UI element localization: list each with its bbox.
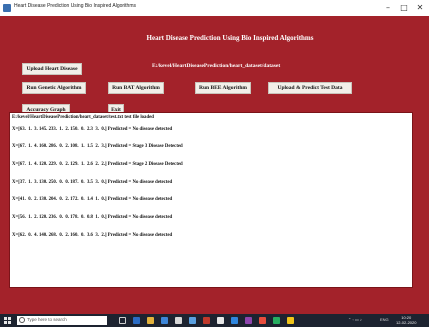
clock-date: 12-02-2020 [396,320,417,325]
app-icon-4[interactable] [231,317,238,324]
prediction-line: X=[37. 1. 3. 130. 250. 0. 0. 187. 0. 3.5… [12,179,173,185]
app-icon-7[interactable] [273,317,280,324]
app-icon-2[interactable] [203,317,210,324]
run-bee-button[interactable]: Run BEE Algorithm [195,82,251,94]
window-title-bar: Heart Disease Prediction Using Bio Inspi… [0,0,429,17]
upload-predict-button[interactable]: Upload & Predict Test Data [268,82,352,94]
app-heading: Heart Disease Prediction Using Bio Inspi… [146,34,314,42]
app-icon-3[interactable] [217,317,224,324]
app-icon-1[interactable] [189,317,196,324]
prediction-line: X=[62. 0. 4. 140. 268. 0. 2. 160. 0. 3.6… [12,232,173,238]
output-text-area[interactable]: E:/kevel/HeartDiseasePrediction/heart_da… [9,112,413,288]
run-genetic-button[interactable]: Run Genetic Algorithm [22,82,86,94]
prediction-line: X=[63. 1. 3. 145. 233. 1. 2. 150. 0. 2.3… [12,126,173,132]
prediction-line: X=[56. 1. 2. 120. 236. 0. 0. 178. 0. 0.8… [12,214,173,220]
edge-icon[interactable] [133,317,140,324]
prediction-line: X=[41. 0. 2. 130. 204. 0. 2. 172. 0. 1.4… [12,197,173,203]
app-icon [3,4,11,12]
app-icon-5[interactable] [245,317,252,324]
upload-dataset-button[interactable]: Upload Heart Disease [22,63,82,75]
run-bat-button[interactable]: Run BAT Algorithm [108,82,164,94]
app-icon-8[interactable] [287,317,294,324]
task-view-icon[interactable] [119,317,126,324]
dataset-path-label: E:/kevel/HeartDiseasePrediction/heart_da… [152,63,281,69]
window-title: Heart Disease Prediction Using Bio Inspi… [14,3,136,9]
taskbar: Type here to search ⌃ ◦ ▭ ♪ ENG 10:20 12… [0,314,429,327]
file-explorer-icon[interactable] [147,317,154,324]
store-icon[interactable] [161,317,168,324]
system-tray-icons[interactable]: ⌃ ◦ ▭ ♪ [348,317,362,322]
prediction-line: X=[67. 1. 4. 120. 229. 0. 2. 129. 1. 2.6… [12,161,183,167]
mail-icon[interactable] [175,317,182,324]
app-icon-6[interactable] [259,317,266,324]
language-indicator[interactable]: ENG [380,317,389,322]
minimize-button[interactable]: – [382,2,394,14]
taskbar-search-box[interactable]: Type here to search [17,316,107,325]
prediction-line: X=[67. 1. 4. 160. 286. 0. 2. 108. 1. 1.5… [12,144,183,150]
taskbar-clock[interactable]: 10:20 12-02-2020 [396,315,416,325]
search-icon [19,317,25,323]
output-header-line: E:/kevel/HeartDiseasePrediction/heart_da… [12,115,154,120]
close-button[interactable]: ✕ [414,2,426,14]
maximize-button[interactable]: □ [398,2,410,14]
start-button-icon[interactable] [4,317,11,324]
search-placeholder: Type here to search [27,317,67,322]
